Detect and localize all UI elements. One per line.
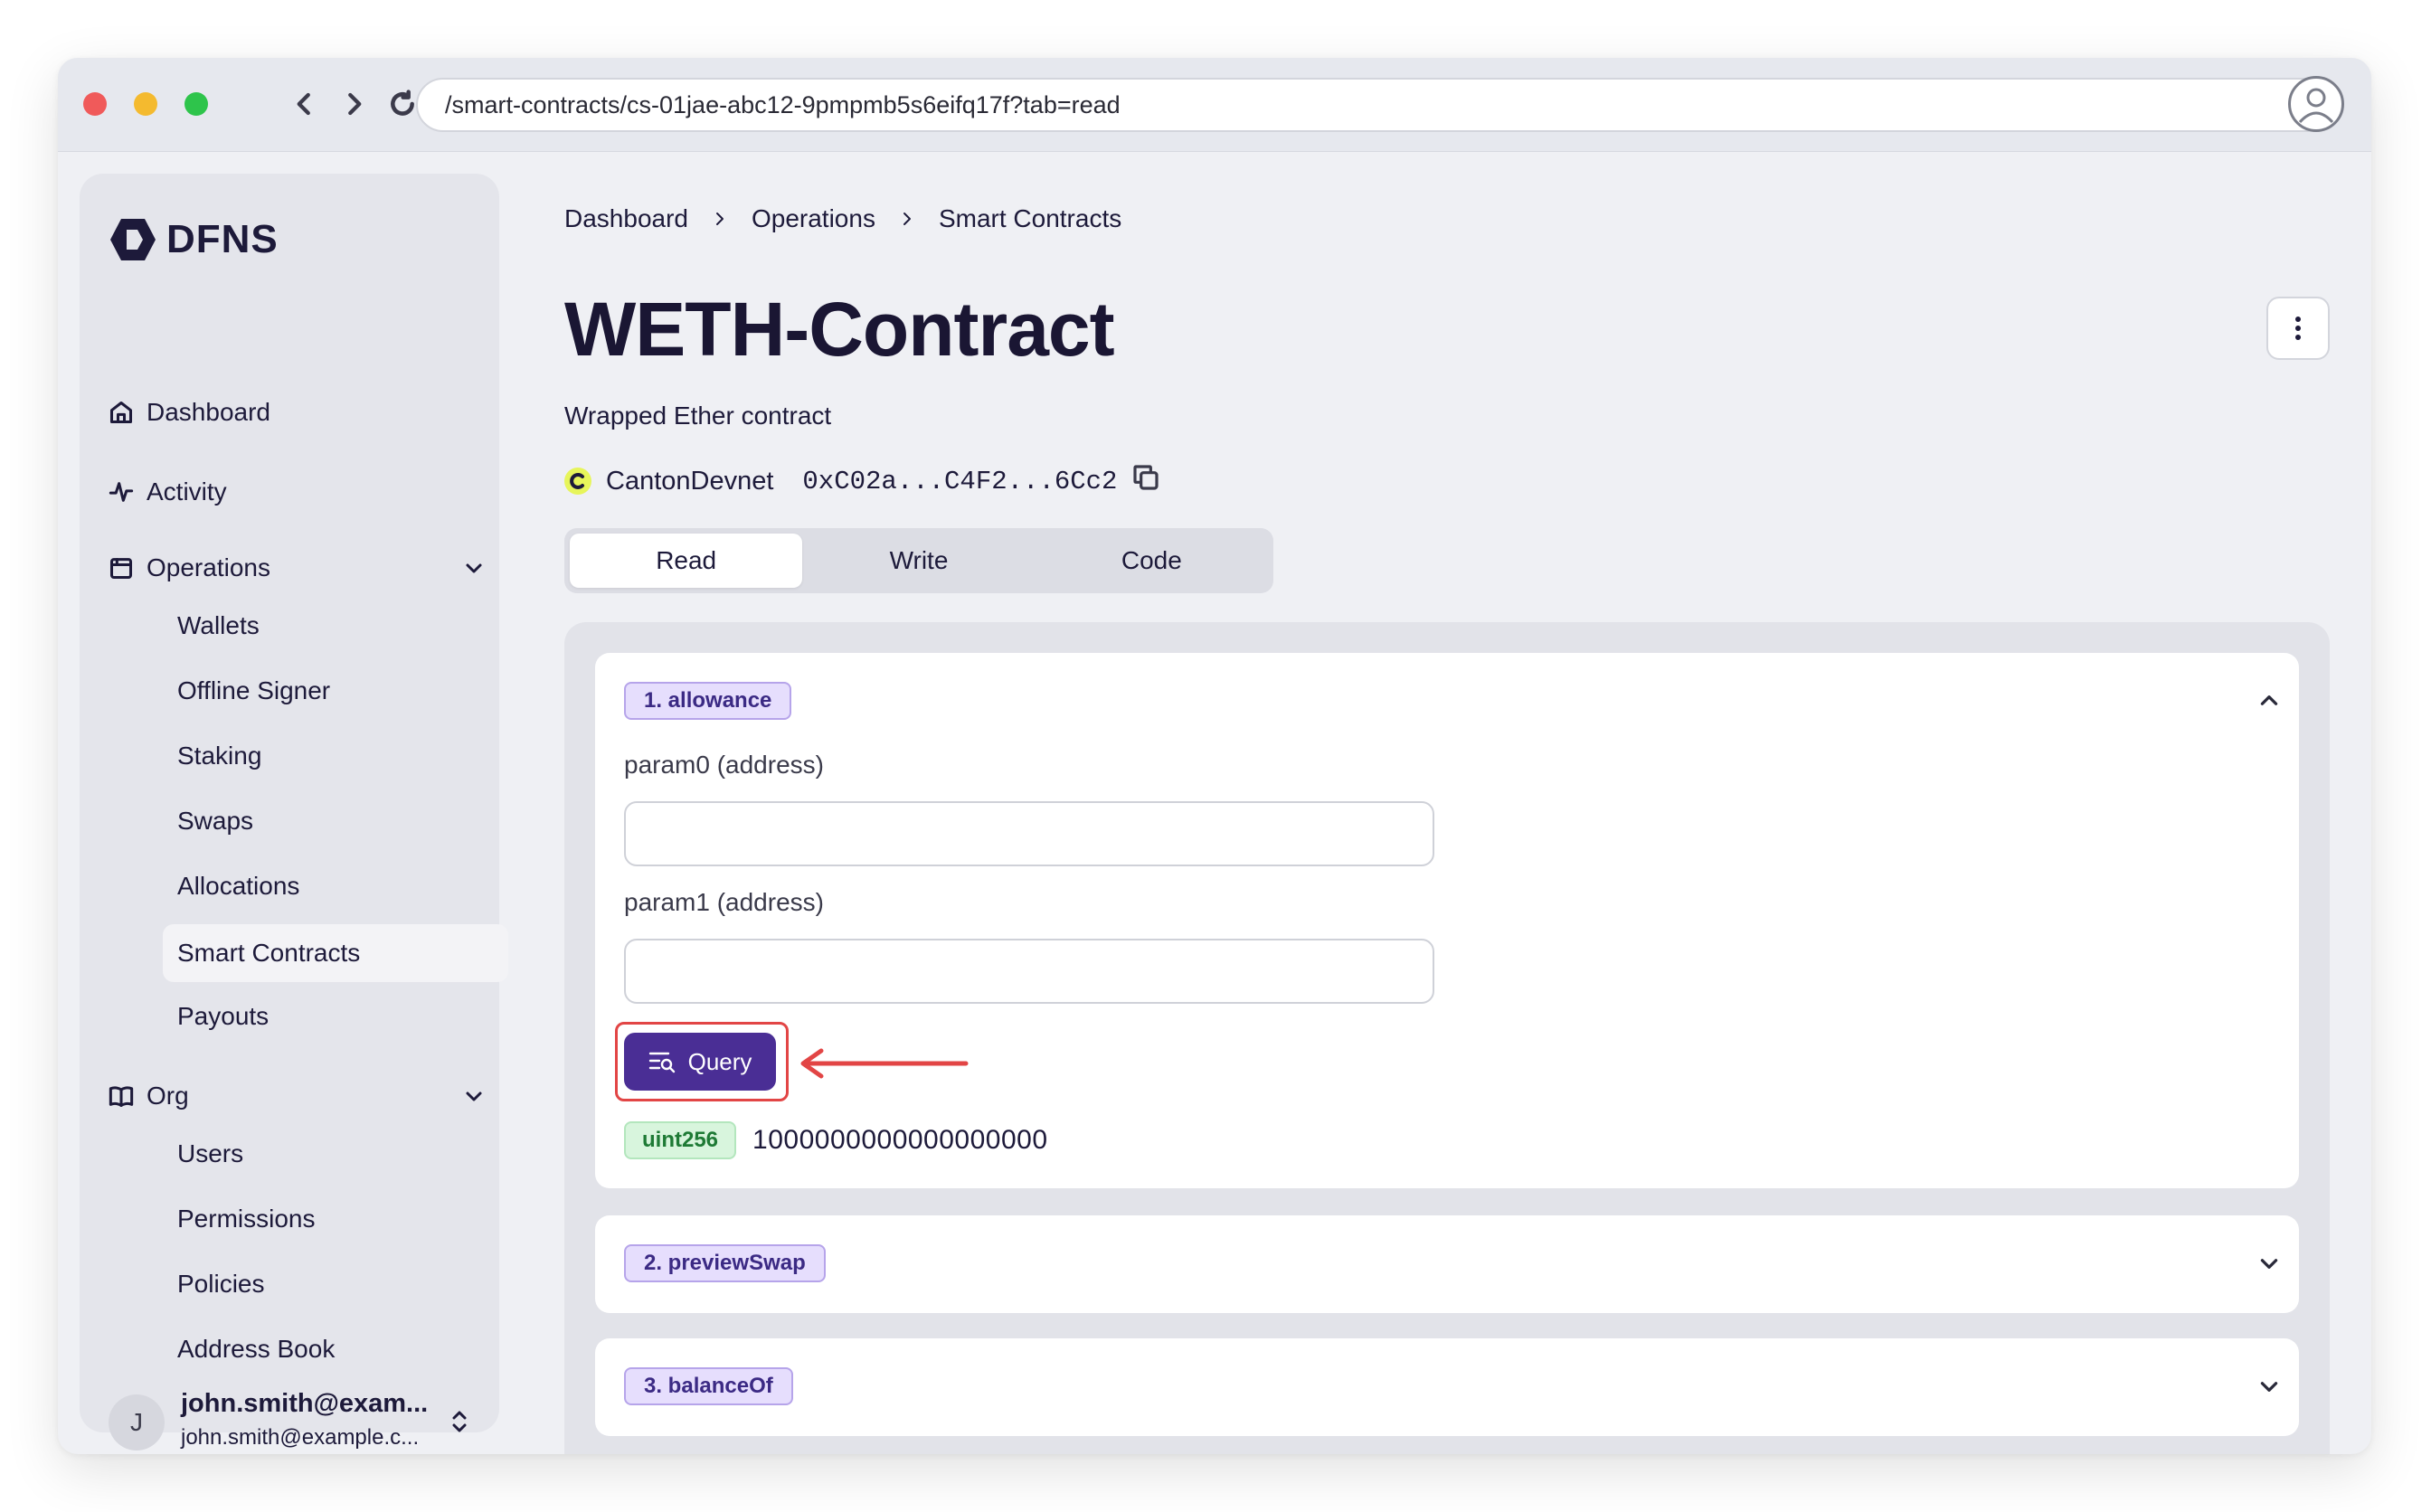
- annotation-arrow: [794, 1044, 975, 1088]
- logo-text: DFNS: [166, 217, 279, 261]
- chevron-down-icon: [466, 563, 482, 573]
- sidebar-item-policies[interactable]: Policies: [177, 1270, 264, 1299]
- sidebar-item-smart-contracts[interactable]: Smart Contracts: [163, 924, 508, 982]
- browser-profile-button[interactable]: [2288, 76, 2344, 132]
- chevron-up-icon: [2260, 695, 2278, 705]
- user-email: john.smith@example.c...: [181, 1425, 420, 1450]
- sidebar-item-offline-signer[interactable]: Offline Signer: [177, 676, 330, 705]
- param1-label: param1 (address): [624, 888, 824, 916]
- close-window-button[interactable]: [83, 92, 107, 116]
- expand-function-button[interactable]: [2257, 1252, 2281, 1280]
- sidebar-item-label: Activity: [147, 477, 227, 506]
- operations-collapse-toggle[interactable]: [463, 557, 485, 583]
- tab-write[interactable]: Write: [802, 534, 1035, 588]
- chevron-right-icon: [712, 204, 728, 233]
- sidebar-item-label: Operations: [147, 553, 270, 581]
- result-value: 1000000000000000000: [752, 1125, 1048, 1155]
- user-account-menu[interactable]: J john.smith@exam... john.smith@example.…: [109, 1387, 479, 1454]
- query-button-label: Query: [687, 1047, 752, 1075]
- breadcrumb: Dashboard Operations Smart Contracts: [564, 204, 1121, 233]
- contract-description: Wrapped Ether contract: [564, 402, 832, 430]
- dfns-logo[interactable]: DFNS: [109, 217, 279, 262]
- read-functions-panel: 1. allowance param0 (address) param1 (ad…: [564, 622, 2330, 1454]
- more-vertical-icon: [2295, 317, 2301, 340]
- function-card-previewswap[interactable]: 2. previewSwap: [595, 1215, 2299, 1313]
- sidebar-item-payouts[interactable]: Payouts: [177, 1002, 269, 1031]
- chevron-right-icon: [899, 204, 915, 233]
- user-name: john.smith@exam...: [181, 1389, 429, 1418]
- function-badge[interactable]: 2. previewSwap: [624, 1244, 826, 1282]
- param0-input[interactable]: [624, 801, 1434, 866]
- sidebar-item-allocations[interactable]: Allocations: [177, 872, 299, 901]
- network-name: CantonDevnet: [606, 466, 774, 496]
- chevron-updown-icon: [449, 1407, 470, 1441]
- contract-network-row: CantonDevnet 0xC02a...C4F2...6Cc2: [564, 463, 1160, 499]
- back-button[interactable]: [286, 85, 324, 123]
- minimize-window-button[interactable]: [134, 92, 157, 116]
- sidebar-item-staking[interactable]: Staking: [177, 742, 261, 770]
- dfns-logo-icon: [110, 219, 156, 260]
- address-bar[interactable]: /smart-contracts/cs-01jae-abc12-9pmpmb5s…: [416, 78, 2342, 132]
- contract-tabs: Read Write Code: [564, 528, 1273, 593]
- query-button[interactable]: Query: [624, 1033, 776, 1091]
- param0-label: param0 (address): [624, 751, 824, 779]
- function-badge[interactable]: 1. allowance: [624, 682, 792, 720]
- breadcrumb-dashboard[interactable]: Dashboard: [564, 204, 688, 233]
- collapse-function-button[interactable]: [2257, 689, 2281, 717]
- result-type-badge: uint256: [624, 1121, 737, 1159]
- function-badge[interactable]: 3. balanceOf: [624, 1367, 793, 1405]
- more-options-button[interactable]: [2266, 297, 2330, 360]
- avatar: J: [109, 1394, 165, 1451]
- chevron-down-icon: [2260, 1382, 2278, 1392]
- tab-read[interactable]: Read: [570, 534, 803, 588]
- query-result: uint256 1000000000000000000: [624, 1121, 1048, 1159]
- breadcrumb-operations[interactable]: Operations: [752, 204, 875, 233]
- sidebar-item-dashboard[interactable]: Dashboard: [109, 398, 270, 427]
- sidebar-item-wallets[interactable]: Wallets: [177, 611, 260, 640]
- tab-code[interactable]: Code: [1036, 534, 1268, 588]
- chevron-down-icon: [466, 1091, 482, 1101]
- chevron-left-icon: [297, 92, 310, 116]
- chevron-down-icon: [2260, 1259, 2278, 1269]
- chevron-right-icon: [348, 92, 362, 116]
- expand-function-button[interactable]: [2257, 1375, 2281, 1403]
- home-icon: [109, 401, 133, 424]
- sidebar-item-label: Dashboard: [147, 398, 270, 426]
- sidebar-item-permissions[interactable]: Permissions: [177, 1205, 315, 1233]
- browser-toolbar: /smart-contracts/cs-01jae-abc12-9pmpmb5s…: [58, 58, 2371, 152]
- sidebar-item-address-book[interactable]: Address Book: [177, 1335, 335, 1364]
- page-title: WETH-Contract: [564, 287, 1115, 372]
- query-icon: [648, 1052, 675, 1073]
- activity-icon: [109, 482, 134, 502]
- user-icon: [2298, 88, 2334, 124]
- copy-address-button[interactable]: [1131, 463, 1160, 499]
- sidebar-item-operations[interactable]: Operations: [109, 553, 270, 582]
- sidebar-item-users[interactable]: Users: [177, 1139, 243, 1168]
- function-card-allowance: 1. allowance param0 (address) param1 (ad…: [595, 653, 2299, 1188]
- breadcrumb-smart-contracts[interactable]: Smart Contracts: [939, 204, 1121, 233]
- param1-input[interactable]: [624, 939, 1434, 1004]
- canton-network-icon: [564, 468, 591, 495]
- sidebar: DFNS Dashboard Activity Operations Walle…: [80, 174, 508, 1451]
- sidebar-item-swaps[interactable]: Swaps: [177, 807, 253, 836]
- sidebar-item-activity[interactable]: Activity: [109, 477, 227, 506]
- function-card-balanceof[interactable]: 3. balanceOf: [595, 1338, 2299, 1436]
- sidebar-item-org[interactable]: Org: [109, 1082, 189, 1110]
- browser-window: /smart-contracts/cs-01jae-abc12-9pmpmb5s…: [58, 58, 2371, 1454]
- forward-button[interactable]: [335, 85, 373, 123]
- contract-address: 0xC02a...C4F2...6Cc2: [802, 466, 1118, 496]
- reload-icon: [391, 90, 414, 116]
- operations-icon: [109, 558, 133, 580]
- book-icon: [109, 1086, 134, 1108]
- sidebar-item-label: Org: [147, 1082, 189, 1110]
- maximize-window-button[interactable]: [184, 92, 208, 116]
- copy-icon: [1133, 465, 1159, 490]
- org-collapse-toggle[interactable]: [463, 1085, 485, 1111]
